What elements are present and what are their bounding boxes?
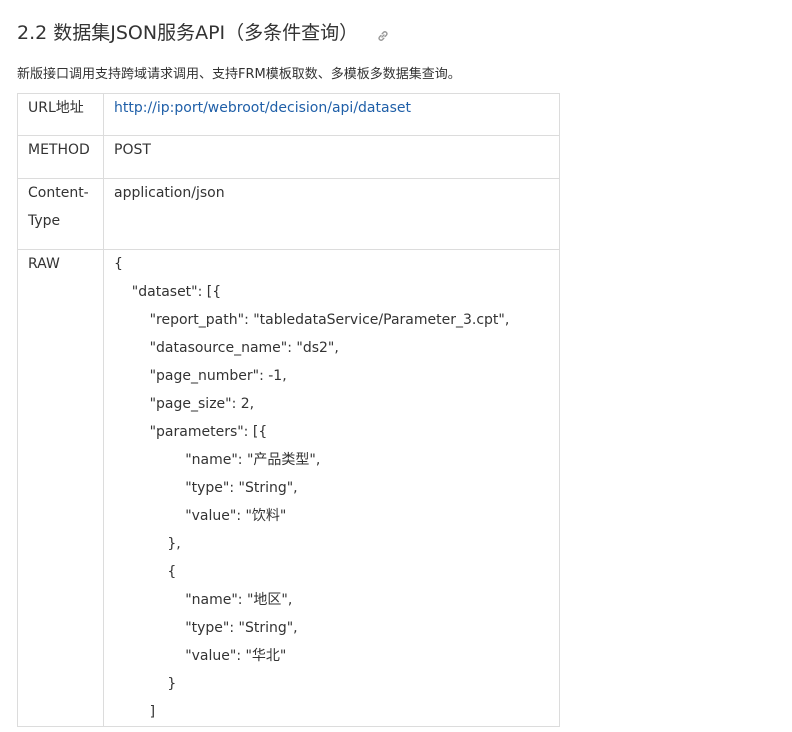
api-url-link[interactable]: http://ip:port/webroot/decision/api/data… — [114, 100, 411, 116]
code-line: "value": "华北" — [114, 648, 287, 664]
code-line: }, — [114, 536, 181, 552]
table-row-raw: RAW { "dataset": [{ "report_path": "tabl… — [17, 249, 560, 727]
content-type-value: application/json — [103, 178, 560, 250]
code-line: "page_number": -1, — [114, 368, 287, 384]
table-row-url: URL地址 http://ip:port/webroot/decision/ap… — [17, 93, 560, 136]
content-type-label: Content-Type — [17, 178, 104, 250]
raw-code-block: { "dataset": [{ "report_path": "tabledat… — [103, 249, 560, 727]
method-value: POST — [103, 135, 560, 179]
code-line: { — [114, 256, 123, 272]
url-label: URL地址 — [17, 93, 104, 136]
method-label: METHOD — [17, 135, 104, 179]
code-line: "value": "饮料" — [114, 508, 287, 524]
api-table: URL地址 http://ip:port/webroot/decision/ap… — [17, 93, 560, 727]
code-line: "parameters": [{ — [114, 424, 268, 440]
section-title: 2.2 数据集JSON服务API（多条件查询） — [17, 22, 359, 44]
code-line: "dataset": [{ — [114, 284, 222, 300]
code-line: } — [114, 676, 177, 692]
raw-label: RAW — [17, 249, 104, 727]
code-line: "name": "地区", — [114, 592, 293, 608]
code-line: "name": "产品类型", — [114, 452, 321, 468]
code-line: "type": "String", — [114, 480, 298, 496]
code-line: { — [114, 564, 177, 580]
code-line: "report_path": "tabledataService/Paramet… — [114, 312, 510, 328]
code-line: "type": "String", — [114, 620, 298, 636]
url-value-cell: http://ip:port/webroot/decision/api/data… — [103, 93, 560, 136]
section-heading: 2.2 数据集JSON服务API（多条件查询） — [17, 18, 390, 45]
link-icon[interactable] — [376, 26, 390, 41]
code-line: ] — [114, 704, 156, 720]
code-line: "datasource_name": "ds2", — [114, 340, 339, 356]
table-row-content-type: Content-Type application/json — [17, 178, 560, 250]
table-row-method: METHOD POST — [17, 135, 560, 179]
intro-text: 新版接口调用支持跨域请求调用、支持FRM模板取数、多模板多数据集查询。 — [17, 67, 461, 82]
code-line: "page_size": 2, — [114, 396, 255, 412]
